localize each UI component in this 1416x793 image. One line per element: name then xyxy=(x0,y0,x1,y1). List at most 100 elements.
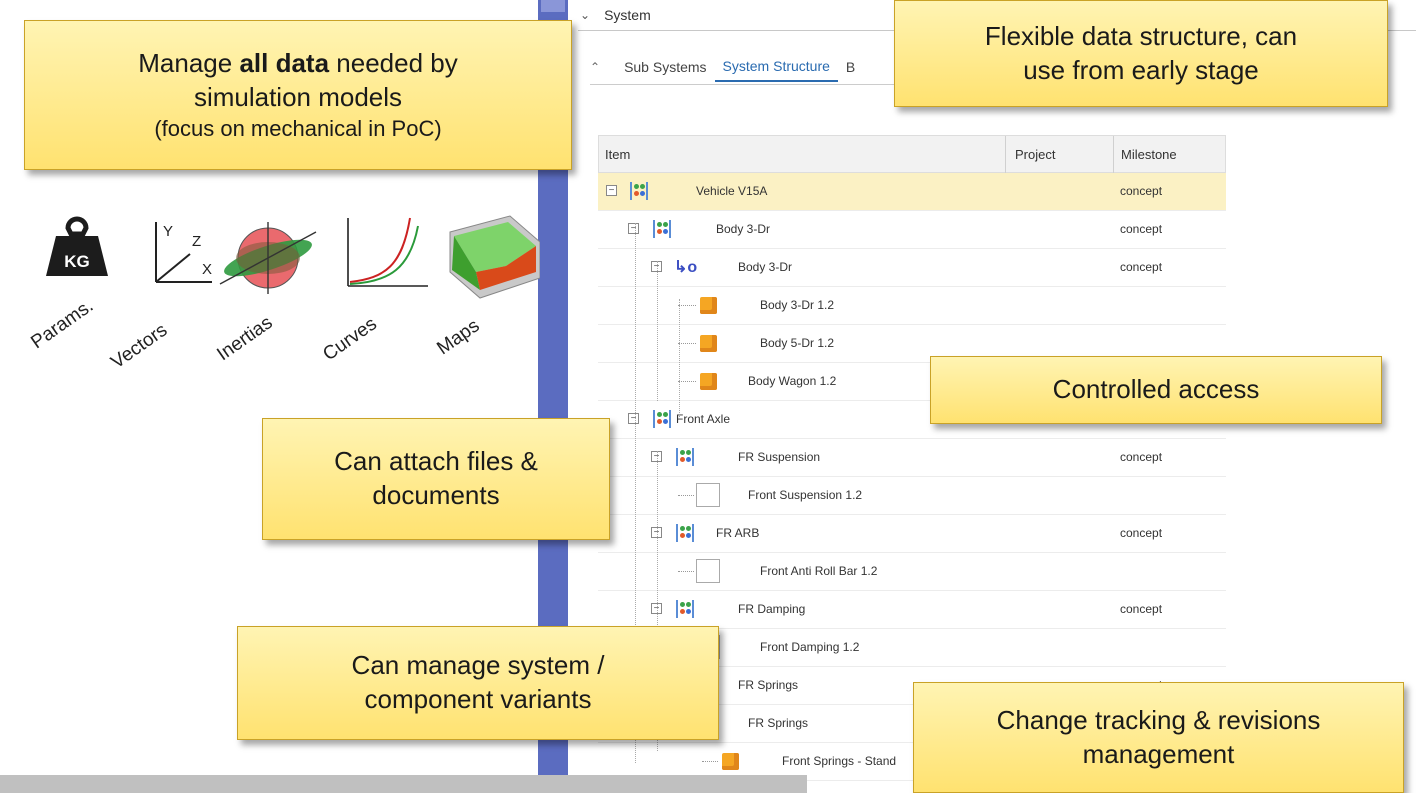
variant-icon: ↳o xyxy=(674,259,698,276)
chevron-down-icon[interactable]: ⌄ xyxy=(580,8,590,22)
tree-guide-line xyxy=(657,261,658,401)
row-milestone: concept xyxy=(1120,260,1163,274)
callout-flexible-structure: Flexible data structure, can use from ea… xyxy=(894,0,1388,107)
row-label: Body Wagon 1.2 xyxy=(748,374,837,388)
tree-connector xyxy=(702,761,718,762)
row-label: Body 3-Dr xyxy=(716,222,771,236)
system-icon xyxy=(653,220,671,238)
callout-variants: Can manage system / component variants xyxy=(237,626,719,740)
map-surface-icon xyxy=(449,215,541,299)
part-cube-icon xyxy=(700,335,717,352)
tree-connector xyxy=(678,495,694,496)
tab-sub-systems[interactable]: Sub Systems xyxy=(616,53,714,81)
row-label: Front Anti Roll Bar 1.2 xyxy=(760,564,878,578)
system-icon xyxy=(653,410,671,428)
tree-connector xyxy=(678,343,696,344)
column-header-milestone[interactable]: Milestone xyxy=(1121,147,1177,162)
system-icon xyxy=(676,448,694,466)
row-milestone: concept xyxy=(1120,602,1163,616)
tab-more[interactable]: B xyxy=(838,53,863,81)
sidebar-icon[interactable] xyxy=(541,0,565,12)
chevron-up-icon[interactable]: ⌃ xyxy=(590,60,600,74)
label-inertias: Inertias xyxy=(213,312,277,366)
row-label: Front Springs - Stand xyxy=(782,754,897,768)
axis-x-label: X xyxy=(202,261,212,278)
callout-line: Controlled access xyxy=(1052,374,1260,405)
column-divider[interactable] xyxy=(1005,136,1006,174)
callout-change-tracking: Change tracking & revisions management xyxy=(913,682,1404,793)
callout-bold-text: all data xyxy=(239,47,330,78)
document-icon xyxy=(696,559,720,583)
document-icon xyxy=(696,483,720,507)
label-curves: Curves xyxy=(319,313,381,366)
collapse-toggle-icon[interactable]: − xyxy=(628,413,639,424)
system-icon xyxy=(630,182,648,200)
row-label: FR Springs xyxy=(738,678,799,692)
table-row[interactable]: − Body 3-Dr concept xyxy=(598,211,1226,249)
row-label: Body 3-Dr xyxy=(738,260,793,274)
weight-kg-icon: KG xyxy=(46,216,108,276)
row-label: FR Suspension xyxy=(738,450,821,464)
data-type-illustrations: KG Y Z X xyxy=(46,215,541,299)
axis-z-label: Z xyxy=(192,233,201,250)
callout-attach-files: Can attach files & documents xyxy=(262,418,610,540)
data-type-icons: KG Y Z X xyxy=(40,212,541,302)
row-label: FR ARB xyxy=(716,526,760,540)
row-label: Front Damping 1.2 xyxy=(760,640,860,654)
tree-connector xyxy=(678,381,696,382)
callout-line: Can attach files & xyxy=(334,446,538,477)
row-label: FR Damping xyxy=(738,602,806,616)
callout-line: Manage all data needed by xyxy=(138,47,457,81)
system-icon xyxy=(676,600,694,618)
bottom-bar xyxy=(0,775,807,793)
callout-text: Manage xyxy=(138,47,240,78)
callout-manage-data: Manage all data needed by simulation mod… xyxy=(24,20,572,170)
callout-line: use from early stage xyxy=(1023,54,1259,85)
row-label: FR Springs xyxy=(748,716,809,730)
callout-subtext: (focus on mechanical in PoC) xyxy=(154,115,442,141)
callout-line: component variants xyxy=(364,684,592,714)
system-label: System xyxy=(604,7,651,23)
system-icon xyxy=(676,524,694,542)
row-label: Vehicle V15A xyxy=(696,184,768,198)
callout-line: Change tracking & revisions xyxy=(996,704,1321,735)
label-maps: Maps xyxy=(433,315,484,360)
callout-line: Flexible data structure, can xyxy=(984,20,1298,51)
row-label: Front Suspension 1.2 xyxy=(748,488,863,502)
callout-controlled-access: Controlled access xyxy=(930,356,1382,424)
axis-y-label: Y xyxy=(163,223,173,240)
callout-text: needed by xyxy=(329,47,458,78)
table-row[interactable]: Front Suspension 1.2 xyxy=(598,477,1226,515)
tree-connector xyxy=(678,571,694,572)
row-label: Body 5-Dr 1.2 xyxy=(760,336,835,350)
collapse-toggle-icon[interactable]: − xyxy=(628,223,639,234)
collapse-toggle-icon[interactable]: − xyxy=(606,185,617,196)
table-row[interactable]: − FR Suspension concept xyxy=(598,439,1226,477)
table-row[interactable]: Front Anti Roll Bar 1.2 xyxy=(598,553,1226,591)
table-row[interactable]: Body 3-Dr 1.2 xyxy=(598,287,1226,325)
row-milestone: concept xyxy=(1120,526,1163,540)
tree-connector xyxy=(678,305,696,306)
column-header-project[interactable]: Project xyxy=(1015,147,1055,162)
label-params: Params. xyxy=(27,295,98,354)
column-divider[interactable] xyxy=(1113,136,1114,174)
curves-chart-icon xyxy=(347,217,428,287)
table-row[interactable]: − FR ARB concept xyxy=(598,515,1226,553)
table-row[interactable]: − Vehicle V15A concept xyxy=(598,173,1226,211)
row-label: Front Axle xyxy=(676,412,731,426)
callout-line: management xyxy=(1082,738,1235,769)
label-vectors: Vectors xyxy=(107,319,172,374)
table-row[interactable]: − FR Damping concept xyxy=(598,591,1226,629)
part-cube-icon xyxy=(722,753,739,770)
row-milestone: concept xyxy=(1120,184,1163,198)
callout-line: documents xyxy=(372,480,500,510)
table-row[interactable]: − ↳o Body 3-Dr concept xyxy=(598,249,1226,287)
grid-header: Item Project Milestone xyxy=(598,135,1226,174)
row-milestone: concept xyxy=(1120,450,1163,464)
tree-guide-line xyxy=(679,299,680,419)
callout-line: simulation models xyxy=(193,81,403,112)
row-label: Body 3-Dr 1.2 xyxy=(760,298,835,312)
column-header-item[interactable]: Item xyxy=(605,147,630,162)
tab-system-structure[interactable]: System Structure xyxy=(714,52,838,82)
system-section-header[interactable]: ⌄ System xyxy=(580,0,651,30)
